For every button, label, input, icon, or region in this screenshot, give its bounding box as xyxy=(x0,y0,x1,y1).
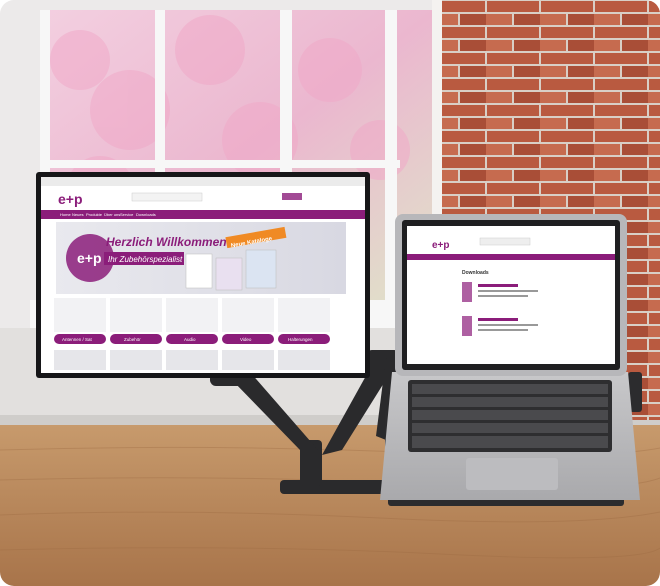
nav-item: Über uns xyxy=(104,212,120,217)
banner-title: Herzlich Willkommen! xyxy=(106,235,231,249)
category-label: Antennen / Sat xyxy=(62,337,93,342)
nav-item: Home xyxy=(60,212,71,217)
laptop-site-logo: e+p xyxy=(432,240,450,251)
keyboard-keys xyxy=(412,384,608,448)
laptop-search-bar xyxy=(479,237,531,246)
banner-subtitle: Ihr Zubehörspezialist xyxy=(108,255,183,264)
category-label: Audio xyxy=(184,337,196,342)
monitor-cart xyxy=(282,193,302,200)
laptop-trackpad xyxy=(466,458,558,490)
nav-item: Downloads xyxy=(136,212,156,217)
category-label: Zubehör xyxy=(124,337,141,342)
product-photo-scene: e+p Downloads e+p Home Neues Produkte Üb… xyxy=(0,0,660,586)
monitor-lower-row xyxy=(54,350,330,370)
monitor-site-logo: e+p xyxy=(58,191,83,207)
banner-logo-text: e+p xyxy=(77,250,102,266)
category-label: Halterungen xyxy=(288,337,313,342)
monitor-search-bar xyxy=(131,192,203,202)
nav-item: Neues xyxy=(72,212,84,217)
laptop-section-title: Downloads xyxy=(462,270,489,276)
nav-item: Produkte xyxy=(86,212,103,217)
laptop-nav-bar xyxy=(407,254,615,260)
monitor-nav: Home Neues Produkte Über uns Service Dow… xyxy=(60,212,156,217)
category-tiles xyxy=(54,298,330,332)
browser-bar xyxy=(41,177,365,186)
nav-item: Service xyxy=(120,212,134,217)
category-label: Video xyxy=(240,337,252,342)
